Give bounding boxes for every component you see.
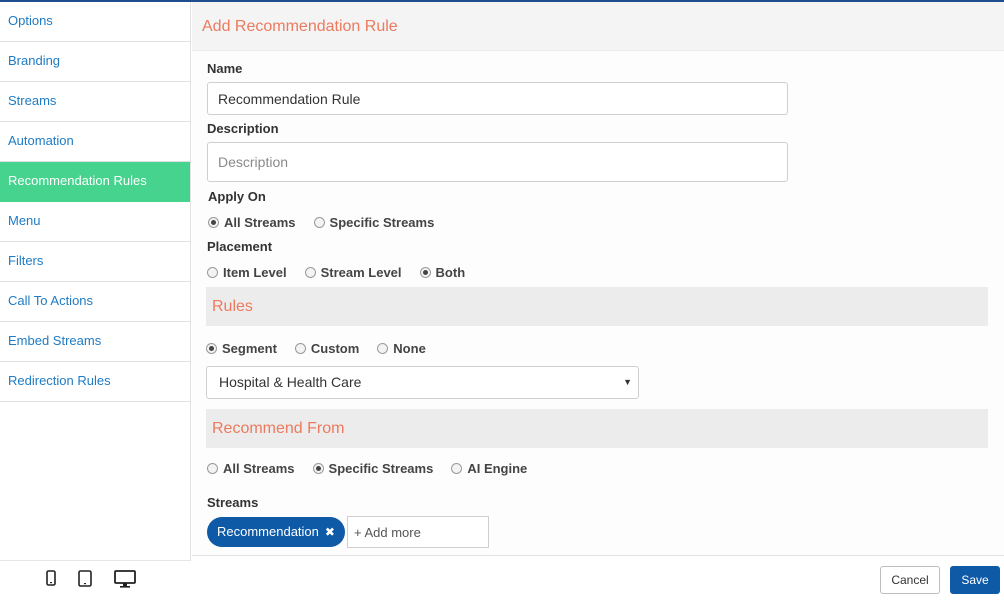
radio-dot (313, 217, 325, 228)
placement-stream-level-radio[interactable]: Stream Level (304, 265, 402, 280)
stream-chip: Recommendation ✖ (207, 517, 345, 547)
radio-dot (294, 343, 306, 354)
recommend-from-specific-streams-radio[interactable]: Specific Streams (312, 461, 433, 476)
description-label: Description (207, 121, 279, 136)
recommend-from-section-title: Recommend From (212, 420, 345, 437)
save-button[interactable]: Save (950, 566, 1000, 594)
sidebar-item-streams[interactable]: Streams (0, 82, 190, 122)
radio-dot (451, 463, 463, 474)
add-more-streams-input[interactable] (347, 516, 489, 548)
radio-dot (377, 343, 389, 354)
device-preview-bar (0, 560, 191, 600)
apply-on-specific-streams-radio[interactable]: Specific Streams (313, 215, 434, 230)
caret-down-icon: ▼ (623, 377, 632, 387)
sidebar-item-embed-streams[interactable]: Embed Streams (0, 322, 190, 362)
main-panel: Add Recommendation Rule Name Description… (192, 2, 1004, 600)
page-title: Add Recommendation Rule (202, 18, 398, 35)
segment-select-value: Hospital & Health Care (219, 374, 362, 390)
sidebar-item-automation[interactable]: Automation (0, 122, 190, 162)
radio-dot (419, 267, 431, 278)
radio-dot (312, 463, 324, 474)
sidebar-item-call-to-actions[interactable]: Call To Actions (0, 282, 190, 322)
recommend-from-options: All Streams Specific Streams AI Engine (207, 461, 545, 476)
streams-label: Streams (207, 495, 259, 510)
name-label: Name (207, 61, 243, 76)
stream-chip-label: Recommendation (217, 524, 319, 539)
placement-item-level-radio[interactable]: Item Level (207, 265, 287, 280)
rules-section-header: Rules (206, 287, 988, 326)
desktop-icon[interactable] (114, 570, 136, 591)
rules-section-title: Rules (212, 298, 253, 315)
radio-dot (208, 217, 219, 228)
placement-label: Placement (207, 239, 273, 254)
placement-both-radio[interactable]: Both (419, 265, 465, 280)
apply-on-label: Apply On (208, 189, 266, 204)
sidebar-item-branding[interactable]: Branding (0, 42, 190, 82)
settings-sidebar: Options Branding Streams Automation Reco… (0, 2, 191, 600)
rules-segment-radio[interactable]: Segment (206, 341, 277, 356)
sidebar-item-menu[interactable]: Menu (0, 202, 190, 242)
radio-dot (207, 267, 218, 278)
name-input[interactable] (207, 82, 788, 115)
apply-on-options: All Streams Specific Streams (208, 215, 452, 230)
rules-options: Segment Custom None (206, 341, 444, 356)
recommend-from-all-streams-radio[interactable]: All Streams (207, 461, 295, 476)
apply-on-all-streams-radio[interactable]: All Streams (208, 215, 296, 230)
cancel-button[interactable]: Cancel (880, 566, 940, 594)
mobile-icon[interactable] (46, 570, 56, 589)
radio-dot (206, 343, 217, 354)
recommend-from-ai-engine-radio[interactable]: AI Engine (451, 461, 527, 476)
page-header: Add Recommendation Rule (192, 2, 1004, 51)
radio-dot (304, 267, 316, 278)
sidebar-item-redirection-rules[interactable]: Redirection Rules (0, 362, 190, 402)
tablet-icon[interactable] (78, 570, 92, 590)
sidebar-item-options[interactable]: Options (0, 2, 190, 42)
form-footer: Cancel Save (192, 555, 1004, 600)
radio-dot (207, 463, 218, 474)
placement-options: Item Level Stream Level Both (207, 265, 483, 280)
sidebar-item-filters[interactable]: Filters (0, 242, 190, 282)
description-input[interactable] (207, 142, 788, 182)
sidebar-item-recommendation-rules[interactable]: Recommendation Rules (0, 162, 190, 202)
close-icon[interactable]: ✖ (325, 525, 335, 539)
recommend-from-section-header: Recommend From (206, 409, 988, 448)
rules-custom-radio[interactable]: Custom (294, 341, 359, 356)
rules-none-radio[interactable]: None (377, 341, 426, 356)
segment-select[interactable]: Hospital & Health Care ▼ (206, 366, 639, 399)
